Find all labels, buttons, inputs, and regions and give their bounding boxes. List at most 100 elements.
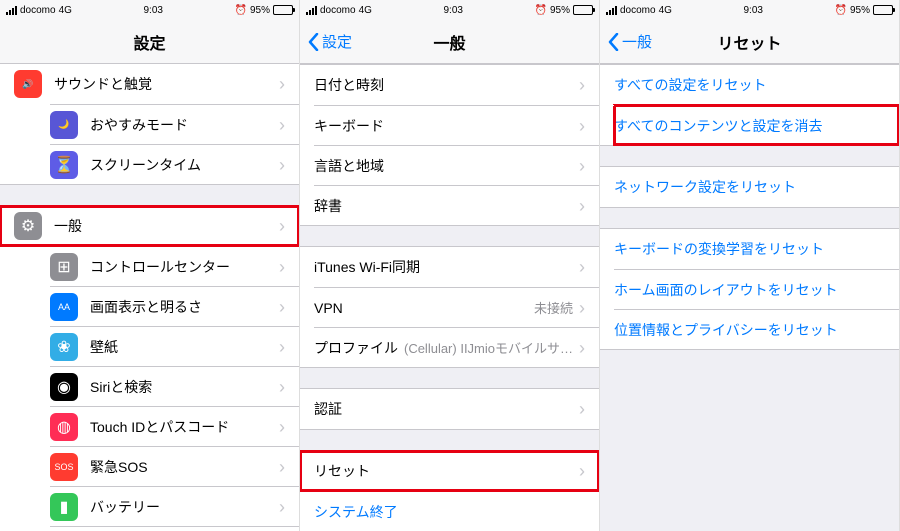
alarm-icon: ⏰ xyxy=(235,5,247,16)
page-title: 設定 xyxy=(133,30,165,54)
settings-row[interactable]: ❀壁紙› xyxy=(50,326,299,366)
back-button[interactable]: 設定 xyxy=(308,31,352,52)
carrier-label: docomo xyxy=(320,5,356,16)
sos-icon: SOS xyxy=(50,453,78,481)
row-label: バッテリー xyxy=(90,497,279,517)
settings-row[interactable]: 辞書› xyxy=(314,185,599,225)
reset-action[interactable]: ネットワーク設定をリセット xyxy=(600,167,899,207)
settings-row[interactable]: システム終了 xyxy=(314,491,599,531)
settings-row[interactable]: ⚙ 一般› xyxy=(0,206,299,246)
row-label: システム終了 xyxy=(314,502,585,522)
signal-icon xyxy=(606,6,617,15)
settings-row[interactable]: ◍Touch IDとパスコード› xyxy=(50,406,299,446)
settings-row[interactable]: リセット› xyxy=(300,451,599,491)
settings-row[interactable]: ◉Siriと検索› xyxy=(50,366,299,406)
row-label: 緊急SOS xyxy=(90,457,279,477)
network-label: 4G xyxy=(659,5,672,16)
network-label: 4G xyxy=(359,5,372,16)
battery-pct: 95% xyxy=(250,5,270,16)
general-screen: docomo 4G 9:03 ⏰ 95% 設定 一般 日付と時刻›キーボード›言… xyxy=(300,0,600,531)
settings-row[interactable]: ▮バッテリー› xyxy=(50,486,299,526)
touchid-icon: ◍ xyxy=(50,413,78,441)
settings-row[interactable]: ✋プライバシー› xyxy=(50,526,299,531)
sound-icon: 🔊 xyxy=(14,70,42,98)
settings-row[interactable]: 🔊 サウンドと触覚› xyxy=(0,64,299,104)
alarm-icon: ⏰ xyxy=(535,5,547,16)
settings-screen: docomo 4G 9:03 ⏰ 95% 設定 🔊サウンドと触覚›🌙おやすみモー… xyxy=(0,0,300,531)
row-label: 壁紙 xyxy=(90,337,279,357)
carrier-label: docomo xyxy=(620,5,656,16)
settings-row[interactable]: 認証› xyxy=(300,389,599,429)
settings-row[interactable]: プロファイル(Cellular) IIJmioモバイルサ…› xyxy=(314,327,599,367)
carrier-label: docomo xyxy=(20,5,56,16)
settings-list[interactable]: 🔊サウンドと触覚›🌙おやすみモード›⏳スクリーンタイム› ⚙一般›⊞コントロール… xyxy=(0,64,299,531)
row-label: ホーム画面のレイアウトをリセット xyxy=(614,280,885,300)
settings-row[interactable]: AA画面表示と明るさ› xyxy=(50,286,299,326)
chevron-right-icon: › xyxy=(579,197,585,215)
settings-row[interactable]: VPN未接続› xyxy=(314,287,599,327)
screentime-icon: ⏳ xyxy=(50,151,78,179)
reset-action[interactable]: キーボードの変換学習をリセット xyxy=(600,229,899,269)
settings-row[interactable]: iTunes Wi-Fi同期› xyxy=(300,247,599,287)
reset-action[interactable]: ホーム画面のレイアウトをリセット xyxy=(614,269,899,309)
row-label: サウンドと触覚 xyxy=(54,74,279,94)
chevron-right-icon: › xyxy=(279,298,285,316)
row-label: コントロールセンター xyxy=(90,257,279,277)
battery-icon xyxy=(273,5,293,15)
chevron-right-icon: › xyxy=(279,258,285,276)
settings-row[interactable]: キーボード› xyxy=(314,105,599,145)
reset-screen: docomo 4G 9:03 ⏰ 95% 一般 リセット すべての設定をリセット… xyxy=(600,0,900,531)
status-bar: docomo 4G 9:03 ⏰ 95% xyxy=(0,0,299,20)
row-label: プロファイル xyxy=(314,338,404,358)
settings-row[interactable]: 日付と時刻› xyxy=(300,65,599,105)
reset-action[interactable]: すべてのコンテンツと設定を消去 xyxy=(614,105,899,145)
row-label: 位置情報とプライバシーをリセット xyxy=(614,320,885,340)
nav-bar: 一般 リセット xyxy=(600,20,899,64)
chevron-right-icon: › xyxy=(279,75,285,93)
row-label: すべてのコンテンツと設定を消去 xyxy=(614,116,885,136)
reset-action[interactable]: すべての設定をリセット xyxy=(600,65,899,105)
nav-bar: 設定 一般 xyxy=(300,20,599,64)
settings-row[interactable]: SOS 緊急SOS› xyxy=(50,446,299,486)
chevron-left-icon xyxy=(608,33,619,51)
chevron-right-icon: › xyxy=(579,117,585,135)
row-label: 辞書 xyxy=(314,196,579,216)
reset-list[interactable]: すべての設定をリセットすべてのコンテンツと設定を消去 ネットワーク設定をリセット… xyxy=(600,64,899,531)
chevron-right-icon: › xyxy=(579,76,585,94)
siri-icon: ◉ xyxy=(50,373,78,401)
row-detail: 未接続 xyxy=(534,298,573,317)
general-list[interactable]: 日付と時刻›キーボード›言語と地域›辞書› iTunes Wi-Fi同期›VPN… xyxy=(300,64,599,531)
row-label: 一般 xyxy=(54,216,279,236)
row-label: スクリーンタイム xyxy=(90,155,279,175)
battery-icon xyxy=(873,5,893,15)
settings-row[interactable]: 🌙おやすみモード› xyxy=(50,104,299,144)
row-label: キーボード xyxy=(314,116,579,136)
settings-row[interactable]: ⊞コントロールセンター› xyxy=(50,246,299,286)
nav-bar: 設定 xyxy=(0,20,299,64)
row-label: 日付と時刻 xyxy=(314,75,579,95)
row-label: iTunes Wi-Fi同期 xyxy=(314,257,579,277)
page-title: 一般 xyxy=(433,30,465,54)
row-label: すべての設定をリセット xyxy=(614,75,885,95)
back-label: 一般 xyxy=(622,31,652,52)
chevron-right-icon: › xyxy=(579,299,585,317)
chevron-right-icon: › xyxy=(579,339,585,357)
page-title: リセット xyxy=(717,30,781,54)
row-label: Touch IDとパスコード xyxy=(90,417,279,437)
general-icon: ⚙ xyxy=(14,212,42,240)
status-time: 9:03 xyxy=(443,5,462,16)
settings-row[interactable]: 言語と地域› xyxy=(314,145,599,185)
chevron-left-icon xyxy=(308,33,319,51)
battery-icon: ▮ xyxy=(50,493,78,521)
chevron-right-icon: › xyxy=(279,458,285,476)
settings-row[interactable]: ⏳ スクリーンタイム› xyxy=(50,144,299,184)
chevron-right-icon: › xyxy=(279,338,285,356)
row-label: Siriと検索 xyxy=(90,377,279,397)
chevron-right-icon: › xyxy=(279,156,285,174)
battery-icon xyxy=(573,5,593,15)
chevron-right-icon: › xyxy=(279,217,285,235)
row-label: ネットワーク設定をリセット xyxy=(614,177,885,197)
chevron-right-icon: › xyxy=(579,258,585,276)
reset-action[interactable]: 位置情報とプライバシーをリセット xyxy=(614,309,899,349)
back-button[interactable]: 一般 xyxy=(608,31,652,52)
